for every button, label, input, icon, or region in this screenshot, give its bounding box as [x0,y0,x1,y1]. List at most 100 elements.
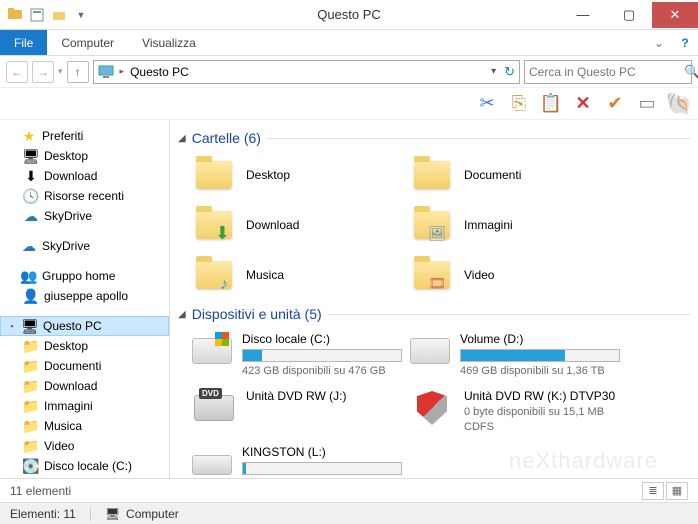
drive-windows-icon [192,338,232,364]
properties-icon[interactable] [28,6,46,24]
paste-icon[interactable]: 📋 [540,93,562,115]
copy-icon[interactable]: ⎘ [508,93,530,115]
address-bar[interactable]: ▸ Questo PC ▾ ↻ [93,60,520,84]
collapse-group-icon[interactable]: ◢ [178,133,186,144]
drive-name: Unità DVD RW (K:) DTVP30 [464,389,620,403]
view-details-button[interactable]: ≣ [642,482,664,500]
app-icon[interactable] [6,6,24,24]
group-devices-header[interactable]: ◢ Dispositivi e unità (5) [174,300,698,326]
drive-name: Unità DVD RW (J:) [246,389,402,403]
status-bar: 11 elementi ≣ ▦ [0,478,698,502]
ribbon-expand-icon[interactable]: ⌄ [646,30,672,55]
maximize-button[interactable]: ▢ [606,2,652,28]
drive-item[interactable]: Volume (D:) 469 GB disponibili su 1,36 TB [406,326,624,383]
pc-icon: 🖥 [105,507,120,521]
tree-item-download[interactable]: ⬇Download [0,166,169,186]
tree-favorites[interactable]: ★ Preferiti [0,126,169,146]
view-tiles-button[interactable]: ▦ [666,482,688,500]
drive-free-space: 423 GB disponibili su 476 GB [242,365,402,377]
back-button[interactable]: ← [6,61,28,83]
tab-file[interactable]: File [0,30,47,55]
main-area: ★ Preferiti 🖥Desktop ⬇Download 🕓Risorse … [0,120,698,478]
forward-button[interactable]: → [32,61,54,83]
nav-history-dropdown-icon[interactable]: ▾ [58,66,63,77]
tree-this-pc[interactable]: ▪ 🖥 Questo PC [0,316,169,336]
search-icon[interactable]: 🔍 [684,64,698,80]
folder-images[interactable]: 🖼Immagini [406,200,624,250]
tree-homegroup[interactable]: 👥 Gruppo home [0,266,169,286]
tree-item-desktop[interactable]: 🖥Desktop [0,146,169,166]
usb-drive-icon [192,455,232,475]
folder-icon: 📁 [22,358,40,374]
drive-item[interactable]: Unità DVD RW (K:) DTVP30 0 byte disponibi… [406,383,624,439]
dvd-drive-icon [194,395,234,421]
group-folders-header[interactable]: ◢ Cartelle (6) [174,124,698,150]
drive-item[interactable]: KINGSTON (L:)57,4 GB disponibili su 57,4… [188,439,406,478]
tab-computer[interactable]: Computer [47,30,128,55]
address-location[interactable]: Questo PC [130,65,189,79]
ribbon-tabs: File Computer Visualizza ⌄ ? [0,30,698,56]
check-icon[interactable]: ✔ [604,93,626,115]
drive-usage-bar [460,349,620,362]
tree-item[interactable]: 📁Musica [0,416,169,436]
tree-item-drive-d[interactable]: 💽Volume (D:) [0,476,169,478]
homegroup-icon: 👥 [20,268,38,284]
picture-icon: 🖼 [428,225,446,242]
window-controls: — ▢ ✕ [560,2,698,28]
tree-item-user[interactable]: 👤giuseppe apollo [0,286,169,306]
tree-item[interactable]: 📁Desktop [0,336,169,356]
up-button[interactable]: ↑ [67,61,89,83]
drive-item[interactable]: Disco locale (C:)423 GB disponibili su 4… [188,326,406,383]
pc-icon: 🖥 [21,318,39,334]
folder-desktop[interactable]: Desktop [188,150,406,200]
tree-item[interactable]: 📁Documenti [0,356,169,376]
help-icon[interactable]: ? [672,30,698,55]
tree-item[interactable]: 📁Download [0,376,169,396]
drive-free-space: 0 byte disponibili su 15,1 MB [464,406,620,418]
qat-dropdown-icon[interactable]: ▼ [72,6,90,24]
cloud-icon: ☁ [22,208,40,224]
collapse-group-icon[interactable]: ◢ [178,309,186,320]
shell-icon[interactable]: 🐚 [668,93,690,115]
chevron-right-icon[interactable]: ▸ [120,66,125,77]
drive-name: Volume (D:) [460,332,620,346]
folder-icon: 📁 [22,418,40,434]
close-button[interactable]: ✕ [652,2,698,28]
tab-view[interactable]: Visualizza [128,30,210,55]
folder-icon: 📁 [22,378,40,394]
tree-item[interactable]: 📁Video [0,436,169,456]
drive-filesystem: CDFS [464,421,620,433]
refresh-icon[interactable]: ↻ [504,64,515,80]
new-folder-icon[interactable] [50,6,68,24]
pc-icon [98,64,114,80]
video-icon: 🎞 [428,275,446,292]
recent-icon: 🕓 [22,188,40,204]
tree-item-skydrive[interactable]: ☁SkyDrive [0,206,169,226]
tree-item[interactable]: 📁Immagini [0,396,169,416]
folder-documents[interactable]: Documenti [406,150,624,200]
content-pane[interactable]: ◢ Cartelle (6) Desktop Documenti ⬇Downlo… [170,120,698,478]
download-icon: ⬇ [22,168,40,184]
location-label: Computer [126,507,179,521]
navigation-pane[interactable]: ★ Preferiti 🖥Desktop ⬇Download 🕓Risorse … [0,120,170,478]
cut-icon[interactable]: ✂ [476,93,498,115]
folder-icon: 📁 [22,438,40,454]
delete-icon[interactable]: ✕ [572,93,594,115]
folder-download[interactable]: ⬇Download [188,200,406,250]
collapse-icon[interactable]: ▪ [7,321,17,331]
search-input[interactable] [529,65,684,79]
rename-icon[interactable]: ▭ [636,93,658,115]
folder-video[interactable]: 🎞Video [406,250,624,300]
folders-grid: Desktop Documenti ⬇Download 🖼Immagini ♪M… [174,150,698,300]
drive-item[interactable]: Unità DVD RW (J:) [188,383,406,439]
tree-skydrive[interactable]: ☁ SkyDrive [0,236,169,256]
minimize-button[interactable]: — [560,2,606,28]
drive-free-space: 469 GB disponibili su 1,36 TB [460,365,620,377]
tree-label: SkyDrive [42,239,90,253]
search-box[interactable]: 🔍 [524,60,692,84]
tree-item-recent[interactable]: 🕓Risorse recenti [0,186,169,206]
address-dropdown-icon[interactable]: ▾ [491,66,496,77]
folder-music[interactable]: ♪Musica [188,250,406,300]
tree-item-drive-c[interactable]: 💽Disco locale (C:) [0,456,169,476]
group-title: Cartelle (6) [192,130,261,146]
